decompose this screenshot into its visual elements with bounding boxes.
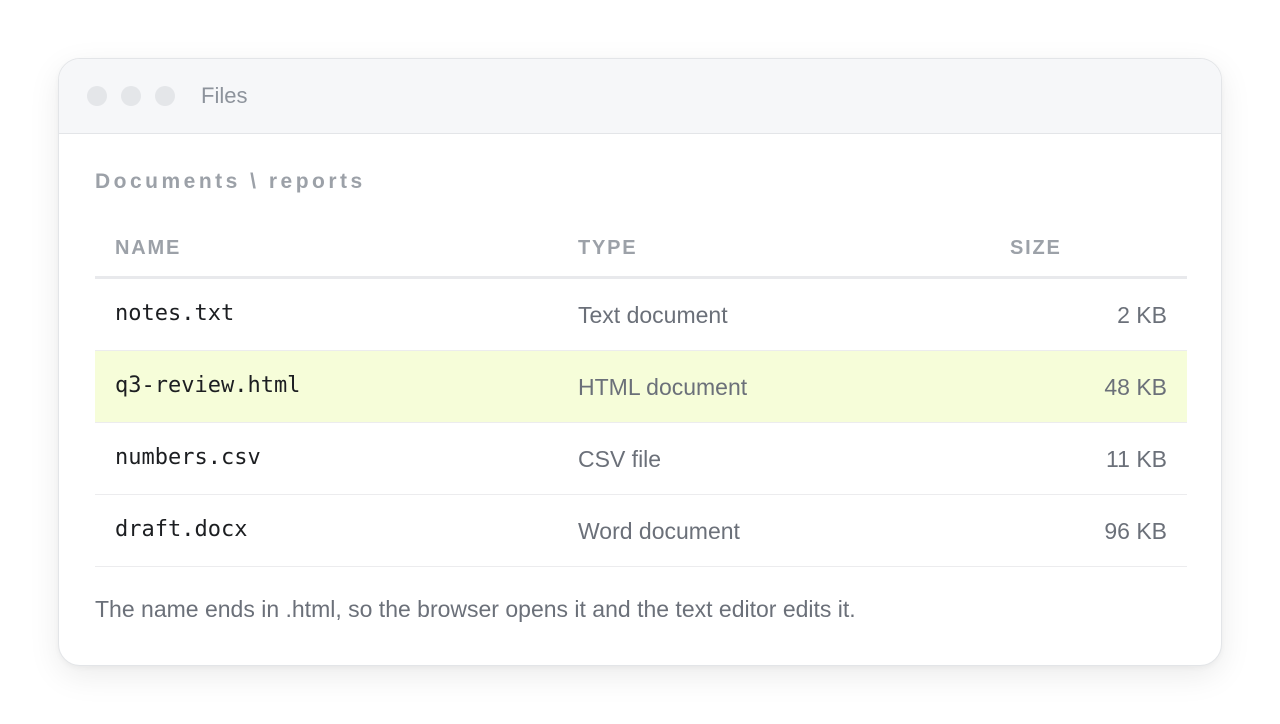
file-type: Text document (578, 302, 728, 328)
file-size: 96 KB (1104, 518, 1167, 544)
column-header-type[interactable]: TYPE (578, 237, 637, 260)
file-table: NAME TYPE SIZE notes.txt Text document 2… (95, 221, 1187, 567)
close-window-button[interactable] (87, 86, 107, 106)
table-row[interactable]: draft.docx Word document 96 KB (95, 495, 1187, 567)
table-header: NAME TYPE SIZE (95, 221, 1187, 279)
file-size: 48 KB (1104, 374, 1167, 400)
explanation-note: The name ends in .html, so the browser o… (95, 596, 856, 622)
file-name: notes.txt (115, 301, 235, 326)
table-row[interactable]: numbers.csv CSV file 11 KB (95, 423, 1187, 495)
file-type: Word document (578, 518, 740, 544)
maximize-window-button[interactable] (155, 86, 175, 106)
file-type: HTML document (578, 374, 748, 400)
file-size: 2 KB (1117, 302, 1167, 328)
column-header-name[interactable]: NAME (115, 237, 181, 260)
column-header-size[interactable]: SIZE (1010, 237, 1062, 260)
file-name: numbers.csv (115, 445, 261, 470)
file-name: q3-review.html (115, 373, 301, 398)
table-row[interactable]: notes.txt Text document 2 KB (95, 279, 1187, 351)
minimize-window-button[interactable] (121, 86, 141, 106)
file-name: draft.docx (115, 517, 248, 542)
table-row-selected[interactable]: q3-review.html HTML document 48 KB (95, 351, 1187, 423)
window-title: Files (201, 83, 248, 108)
file-type: CSV file (578, 446, 662, 472)
title-bar: Files (59, 59, 1221, 134)
file-size: 11 KB (1106, 446, 1167, 472)
breadcrumb[interactable]: Documents \ reports (95, 170, 366, 194)
file-manager-window: Files Documents \ reports NAME TYPE SIZE… (58, 58, 1222, 666)
